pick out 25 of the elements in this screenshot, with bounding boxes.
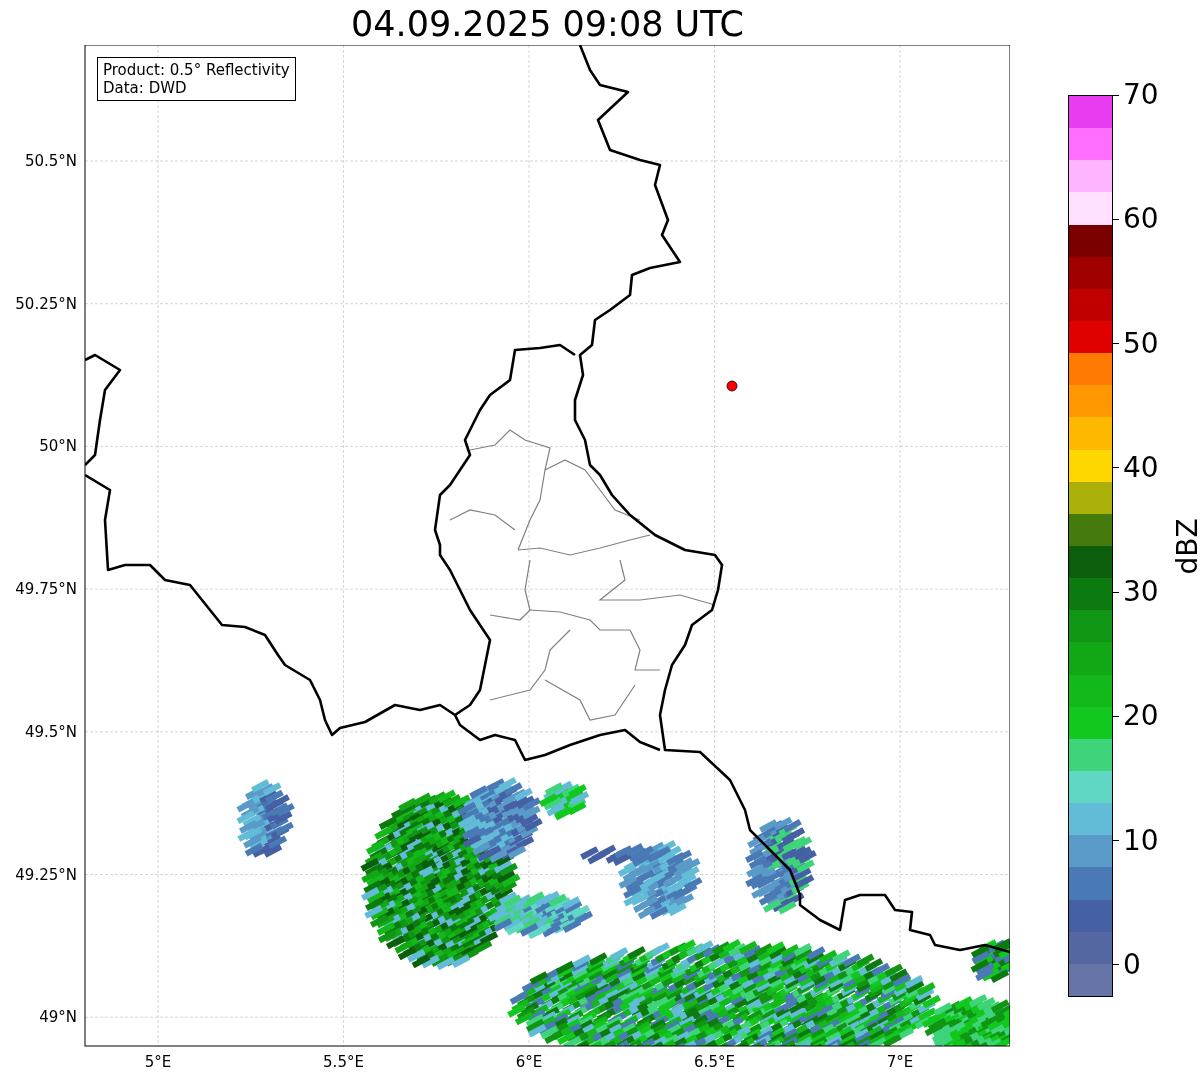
colorbar-tick-label: 70 bbox=[1123, 79, 1159, 111]
colorbar-tick-label: 60 bbox=[1123, 203, 1159, 236]
colorbar-tick-label: 0 bbox=[1123, 948, 1141, 981]
colorbar-tick-label: 10 bbox=[1123, 824, 1159, 857]
latitude-tick-label: 49.25°N bbox=[15, 865, 77, 884]
latitude-tick-label: 50°N bbox=[39, 437, 77, 456]
longitude-tick-label: 6°E bbox=[515, 1053, 543, 1071]
radar-site-marker bbox=[726, 380, 738, 392]
latitude-tick-label: 49°N bbox=[39, 1008, 77, 1027]
latitude-tick-label: 49.75°N bbox=[15, 580, 77, 599]
info-text: Data: DWD bbox=[103, 79, 188, 97]
colorbar-tick-label: 20 bbox=[1123, 700, 1159, 733]
latitude-tick-label: 49.5°N bbox=[24, 722, 77, 741]
colorbar-tick-label: 50 bbox=[1123, 327, 1159, 360]
info-text: Product: 0.5° Reflectivity bbox=[103, 61, 290, 79]
longitude-tick-label: 5.5°E bbox=[323, 1053, 364, 1071]
colorbar-label: dBZ bbox=[1170, 517, 1202, 575]
longitude-tick-label: 6.5°E bbox=[694, 1053, 735, 1071]
chart-title: 04.09.2025 09:08 UTC bbox=[350, 3, 745, 45]
latitude-tick-label: 50.5°N bbox=[24, 152, 77, 170]
longitude-tick-label: 7°E bbox=[886, 1053, 914, 1071]
latitude-tick-label: 50.25°N bbox=[15, 294, 77, 313]
longitude-tick-label: 5°E bbox=[144, 1053, 172, 1071]
colorbar-tick-label: 40 bbox=[1123, 451, 1159, 484]
colorbar-tick-label: 30 bbox=[1123, 576, 1159, 609]
